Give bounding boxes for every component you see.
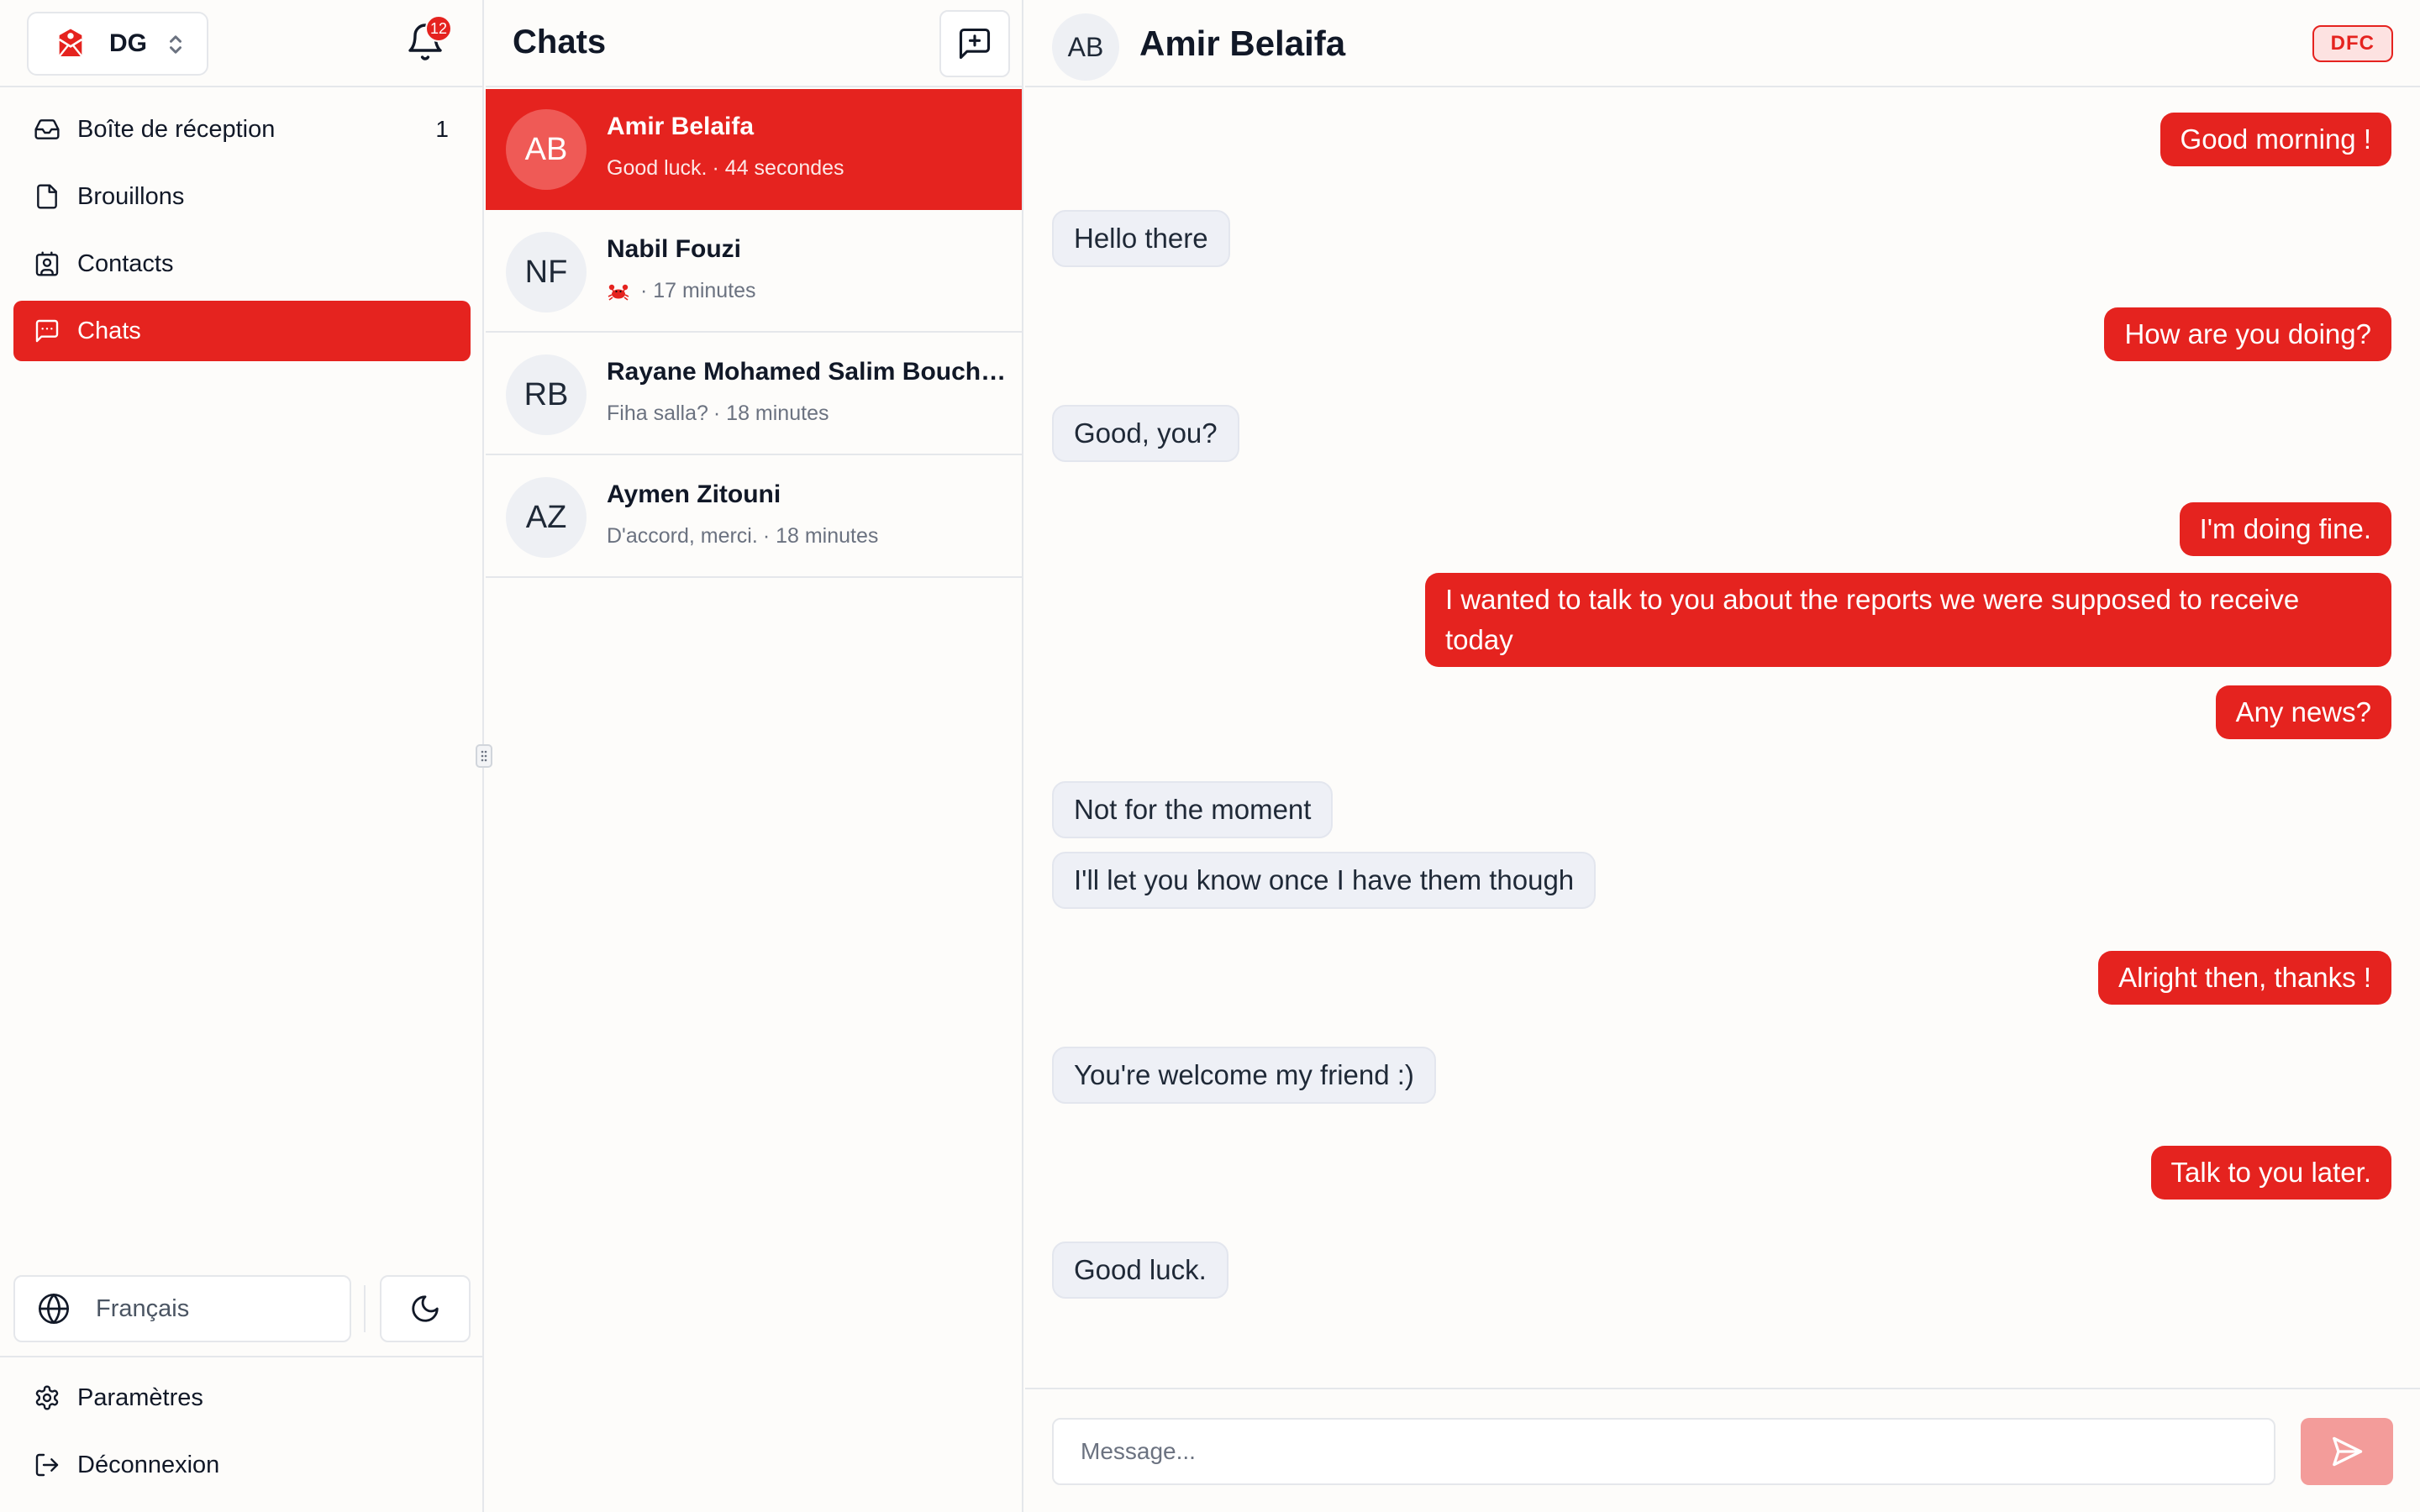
- preview-time: · 44 secondes: [712, 156, 844, 180]
- crab-emoji-icon: [607, 281, 630, 302]
- conversation-item[interactable]: NF Nabil Fouzi · 17 minutes: [486, 212, 1022, 333]
- notification-badge: 12: [425, 15, 452, 42]
- message-bubble-outgoing: Any news?: [2215, 685, 2391, 739]
- contact-book-icon: [34, 250, 60, 277]
- message-bubble-incoming: You're welcome my friend :): [1052, 1047, 1436, 1104]
- sidebar-item-label: Brouillons: [77, 182, 185, 210]
- preview-time: · 17 minutes: [640, 279, 756, 302]
- sidebar-nav: Boîte de réception 1 Brouillons Contacts: [13, 99, 471, 368]
- conversation-header: AB Amir Belaifa DFC: [1025, 0, 2420, 87]
- send-button[interactable]: [2301, 1418, 2393, 1485]
- avatar: NF: [506, 232, 587, 312]
- sidebar-item-logout[interactable]: Déconnexion: [13, 1435, 469, 1495]
- conversation-item[interactable]: RB Rayane Mohamed Salim Bouchareb Fiha s…: [486, 334, 1022, 455]
- conversation-item[interactable]: AB Amir Belaifa Good luck. · 44 secondes: [486, 89, 1022, 210]
- panel-resize-handle[interactable]: [476, 744, 492, 768]
- gear-icon: [34, 1384, 60, 1411]
- sidebar: DG 12 Boîte de réception 1 Brouillons Co…: [0, 0, 484, 1512]
- message-bubble-incoming: Not for the moment: [1052, 781, 1334, 838]
- message-bubble-outgoing: Alright then, thanks !: [2098, 951, 2391, 1005]
- message-square-icon: [34, 318, 60, 344]
- message-bubble-incoming: Good luck.: [1052, 1242, 1228, 1299]
- sidebar-item-label: Paramètres: [77, 1383, 203, 1411]
- conversation-name: Nabil Fouzi: [607, 235, 741, 263]
- sidebar-item-chats[interactable]: Chats: [13, 301, 471, 361]
- divider: [364, 1285, 366, 1332]
- chat-list-header: Chats: [486, 0, 1023, 87]
- preview-text: D'accord, merci.: [607, 524, 758, 548]
- avatar: RB: [506, 354, 587, 435]
- preview-time: · 18 minutes: [713, 402, 829, 425]
- conversation-name: Rayane Mohamed Salim Bouchareb: [607, 358, 1007, 386]
- preview-text: Fiha salla?: [607, 402, 708, 425]
- sidebar-item-contacts[interactable]: Contacts: [13, 234, 471, 294]
- avatar: AZ: [506, 477, 587, 558]
- chevron-up-down-icon: [166, 32, 185, 57]
- sidebar-item-settings[interactable]: Paramètres: [13, 1368, 469, 1428]
- conversation-name: Aymen Zitouni: [607, 480, 781, 508]
- sidebar-item-inbox[interactable]: Boîte de réception 1: [13, 99, 471, 160]
- theme-toggle-button[interactable]: [380, 1275, 471, 1342]
- message-plus-icon: [956, 25, 993, 62]
- conversation-preview: Fiha salla? · 18 minutes: [607, 402, 829, 426]
- sidebar-item-label: Chats: [77, 317, 141, 344]
- mail-shield-logo-icon: [54, 27, 87, 60]
- message-bubble-outgoing: I'm doing fine.: [2179, 502, 2391, 556]
- sidebar-footer: Paramètres Déconnexion: [0, 1356, 482, 1502]
- sidebar-item-label: Contacts: [77, 249, 174, 277]
- conversation-preview: D'accord, merci. · 18 minutes: [607, 524, 878, 549]
- new-chat-button[interactable]: [939, 10, 1010, 77]
- inbox-icon: [34, 116, 60, 143]
- globe-icon: [37, 1292, 71, 1326]
- language-select[interactable]: Français: [13, 1275, 351, 1342]
- conversation-preview: Good luck. · 44 secondes: [607, 156, 844, 181]
- avatar: AB: [506, 109, 587, 190]
- preview-text: Good luck.: [607, 156, 708, 180]
- avatar[interactable]: AB: [1052, 13, 1119, 81]
- sidebar-item-drafts[interactable]: Brouillons: [13, 166, 471, 227]
- moon-icon: [409, 1293, 441, 1325]
- message-input[interactable]: [1052, 1418, 2275, 1485]
- org-switcher[interactable]: DG: [27, 12, 208, 76]
- sidebar-item-label: Boîte de réception: [77, 115, 276, 143]
- file-icon: [34, 183, 60, 210]
- sidebar-item-label: Déconnexion: [77, 1451, 220, 1478]
- inbox-count: 1: [435, 116, 449, 142]
- sidebar-header: DG 12: [0, 0, 482, 87]
- message-bubble-outgoing: Good morning !: [2160, 113, 2391, 166]
- conversation-name: Amir Belaifa: [607, 113, 755, 140]
- conversation-item[interactable]: AZ Aymen Zitouni D'accord, merci. · 18 m…: [486, 457, 1022, 578]
- language-label: Français: [96, 1294, 190, 1322]
- message-bubble-outgoing: I wanted to talk to you about the report…: [1425, 573, 2391, 667]
- chat-list-title: Chats: [513, 24, 607, 60]
- message-bubble-outgoing: How are you doing?: [2104, 307, 2391, 361]
- message-composer: [1025, 1388, 2420, 1512]
- conversation-preview: · 17 minutes: [607, 279, 756, 303]
- message-bubble-outgoing: Talk to you later.: [2150, 1146, 2391, 1200]
- message-bubble-incoming: I'll let you know once I have them thoug…: [1052, 852, 1597, 909]
- preview-time: · 18 minutes: [762, 524, 879, 548]
- send-icon: [2328, 1433, 2365, 1470]
- message-bubble-incoming: Hello there: [1052, 210, 1230, 267]
- conversation-panel: AB Amir Belaifa DFC Good morning ! Hello…: [1025, 0, 2420, 1512]
- chat-list-panel: Chats AB Amir Belaifa Good luck. · 44 se…: [486, 0, 1023, 1512]
- org-name: DG: [109, 29, 147, 57]
- contact-name: Amir Belaifa: [1139, 24, 1346, 63]
- logout-icon: [34, 1452, 60, 1478]
- grip-icon: [480, 749, 488, 763]
- message-bubble-incoming: Good, you?: [1052, 405, 1239, 462]
- department-badge: DFC: [2312, 25, 2393, 62]
